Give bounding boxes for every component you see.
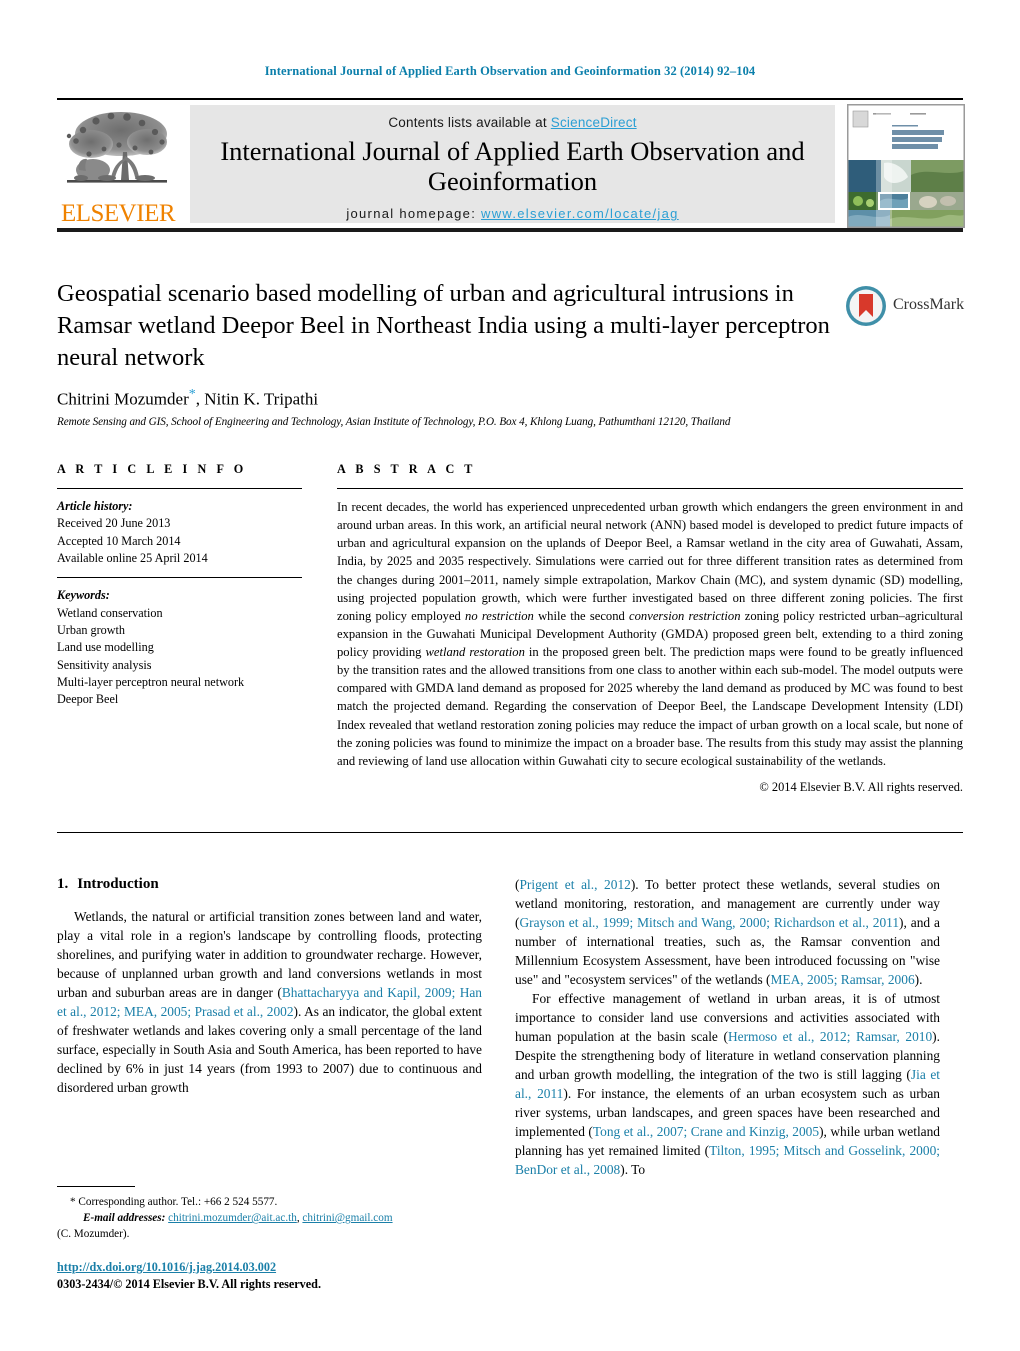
citation-link[interactable]: Grayson et al., 1999; Mitsch and Wang, 2… — [519, 915, 899, 930]
intro-paragraph-right-2: For effective management of wetland in u… — [515, 990, 940, 1180]
footnote-block: * Corresponding author. Tel.: +66 2 524 … — [57, 1186, 482, 1242]
abstract-heading: A B S T R A C T — [337, 462, 477, 476]
abstract-part-4: in the proposed green belt. The predicti… — [337, 645, 963, 768]
body-column-right: (Prigent et al., 2012). To better protec… — [515, 876, 940, 1180]
article-history-accepted: Accepted 10 March 2014 — [57, 533, 181, 548]
crossmark-label: CrossMark — [893, 296, 965, 313]
keyword-item: Urban growth — [57, 622, 126, 637]
email-owner-note: (C. Mozumder). — [57, 1228, 130, 1241]
keyword-item: Multi-layer perceptron neural network — [57, 674, 245, 689]
citation-link[interactable]: Prigent et al., 2012 — [519, 877, 630, 892]
cover-artwork — [848, 105, 964, 227]
journal-homepage-link[interactable]: www.elsevier.com/locate/jag — [481, 206, 679, 221]
article-page: International Journal of Applied Earth O… — [0, 0, 1020, 1351]
intro-paragraph-right-1: (Prigent et al., 2012). To better protec… — [515, 876, 940, 990]
section-number: 1. — [57, 876, 69, 892]
citation-link[interactable]: MEA, 2005; Ramsar, 2006 — [771, 972, 915, 987]
abstract-emphasis-2: conversion restriction — [629, 608, 741, 623]
journal-title: International Journal of Applied Earth O… — [220, 136, 805, 196]
elsevier-wordmark: ELSEVIER — [60, 200, 176, 227]
running-head: International Journal of Applied Earth O… — [264, 64, 756, 78]
intro-right-text-d: ). — [914, 971, 923, 987]
crossmark-badge-group[interactable]: CrossMark — [845, 285, 965, 333]
journal-masthead: ELSEVIER Contents lists available at Sci… — [57, 98, 965, 232]
section-label: Introduction — [77, 876, 159, 892]
author-primary: Chitrini Mozumder — [57, 389, 189, 409]
article-history-received: Received 20 June 2013 — [57, 516, 171, 531]
article-history-label: Article history: — [57, 499, 133, 513]
sciencedirect-link[interactable]: ScienceDirect — [551, 115, 637, 130]
intro-right2-text-e: ). To — [620, 1161, 646, 1177]
abstract-column: A B S T R A C T In recent decades, the w… — [337, 462, 963, 795]
issn-copyright-line: 0303-2434/© 2014 Elsevier B.V. All right… — [57, 1277, 322, 1291]
abstract-body: In recent decades, the world has experie… — [337, 498, 963, 770]
keyword-item: Sensitivity analysis — [57, 657, 152, 672]
article-history-online: Available online 25 April 2014 — [57, 550, 208, 565]
keyword-item: Wetland conservation — [57, 605, 163, 620]
elsevier-logo: ELSEVIER — [57, 106, 179, 226]
abstract-emphasis-1: no restriction — [465, 608, 534, 623]
abstract-rule — [337, 488, 963, 489]
abstract-part-1: In recent decades, the world has experie… — [337, 500, 963, 623]
abstract-emphasis-3: wetland restoration — [425, 645, 525, 659]
email-link-primary[interactable]: chitrini.mozumder@ait.ac.th — [168, 1212, 297, 1224]
email-link-secondary[interactable]: chitrini@gmail.com — [302, 1212, 392, 1224]
contents-prefix: Contents lists available at — [388, 115, 551, 130]
abstract-copyright: © 2014 Elsevier B.V. All rights reserved… — [759, 779, 963, 794]
author-secondary: , Nitin K. Tripathi — [195, 389, 319, 409]
citation-link[interactable]: Hermoso et al., 2012; Ramsar, 2010 — [728, 1029, 932, 1044]
footnote-rule — [57, 1186, 135, 1187]
corresponding-author-note: * Corresponding author. Tel.: +66 2 524 … — [70, 1196, 278, 1208]
keywords-rule — [57, 577, 302, 579]
article-info-heading: A R T I C L E I N F O — [57, 462, 247, 476]
citation-link[interactable]: Tong et al., 2007; Crane and Kinzig, 200… — [593, 1124, 819, 1139]
corresponding-author-marker: * — [188, 386, 196, 402]
elsevier-tree-icon — [66, 112, 167, 183]
section-title-introduction: 1. Introduction — [57, 876, 482, 893]
contents-available-line: Contents lists available at ScienceDirec… — [190, 115, 835, 130]
masthead-banner: Contents lists available at ScienceDirec… — [190, 105, 835, 223]
doi-block: http://dx.doi.org/10.1016/j.jag.2014.03.… — [57, 1258, 557, 1292]
body-column-left: 1. Introduction Wetlands, the natural or … — [57, 876, 482, 1098]
abstract-part-2: while the second — [533, 608, 630, 623]
author-list: Chitrini Mozumder*, Nitin K. Tripathi — [57, 387, 837, 410]
article-title: Geospatial scenario based modelling of u… — [57, 280, 830, 371]
keyword-item: Land use modelling — [57, 640, 154, 655]
email-note: E-mail addresses: chitrini.mozumder@ait.… — [57, 1210, 482, 1226]
abstract-bottom-rule — [57, 832, 963, 833]
masthead-bottom-rule — [57, 228, 963, 232]
journal-homepage-line: journal homepage: www.elsevier.com/locat… — [190, 206, 835, 221]
article-info-rule — [57, 488, 302, 489]
author-affiliation: Remote Sensing and GIS, School of Engine… — [57, 416, 731, 429]
email-label: E-mail addresses: — [83, 1212, 166, 1225]
keywords-label: Keywords: — [57, 588, 110, 603]
title-block: Geospatial scenario based modelling of u… — [57, 278, 837, 428]
intro-paragraph-left: Wetlands, the natural or artificial tran… — [57, 908, 482, 1098]
keyword-item: Deepor Beel — [57, 692, 119, 707]
crossmark-icon[interactable] — [845, 285, 887, 327]
homepage-label: journal homepage: — [346, 206, 482, 222]
doi-link[interactable]: http://dx.doi.org/10.1016/j.jag.2014.03.… — [57, 1260, 276, 1274]
journal-cover-thumbnail — [847, 104, 965, 228]
masthead-top-rule — [57, 98, 963, 100]
article-info-column: A R T I C L E I N F O Article history: R… — [57, 462, 302, 709]
